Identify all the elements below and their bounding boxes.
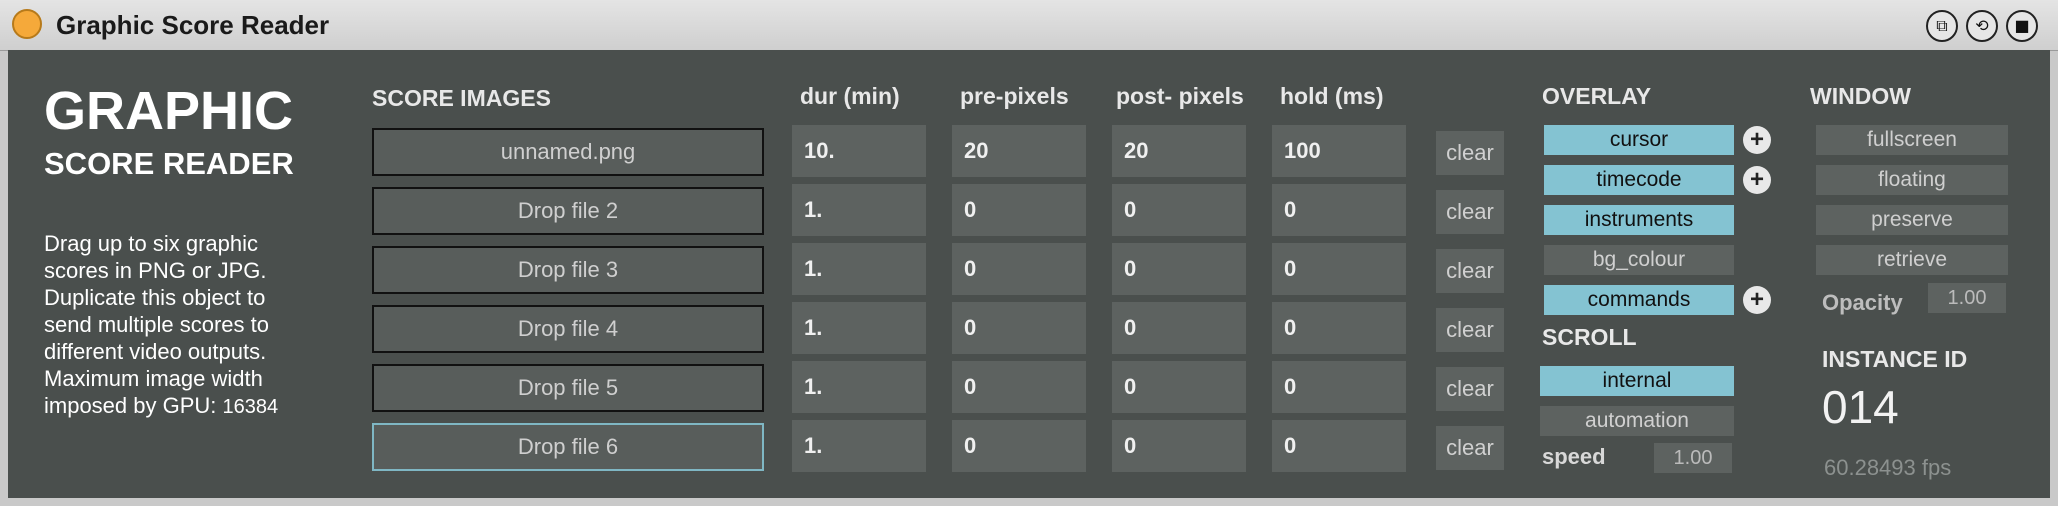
- pre-pixels-header: pre-pixels: [960, 83, 1069, 109]
- brand-title-line2: SCORE READER: [44, 146, 294, 181]
- post-pixels-field-2[interactable]: 0: [1112, 184, 1246, 236]
- scroll-header: SCROLL: [1542, 324, 1637, 350]
- brand-title-line1: GRAPHIC: [44, 81, 294, 141]
- window-title: Graphic Score Reader: [56, 10, 330, 40]
- description-line: Drag up to six graphic: [44, 231, 258, 256]
- device-power-icon[interactable]: [12, 9, 42, 39]
- description-line: send multiple scores to: [44, 312, 269, 337]
- clear-button-5[interactable]: clear: [1436, 367, 1504, 411]
- clear-button-1[interactable]: clear: [1436, 131, 1504, 175]
- post-pixels-field-1[interactable]: 20: [1112, 125, 1246, 177]
- retrieve-button[interactable]: retrieve: [1816, 245, 2008, 275]
- clear-button-3[interactable]: clear: [1436, 249, 1504, 293]
- score-drop-1[interactable]: unnamed.png: [372, 128, 764, 176]
- score-drop-6[interactable]: Drop file 6: [372, 423, 764, 471]
- add-commands-icon[interactable]: +: [1743, 286, 1771, 314]
- add-cursor-icon[interactable]: +: [1743, 126, 1771, 154]
- pre-pixels-field-6[interactable]: 0: [952, 420, 1086, 472]
- clear-button-2[interactable]: clear: [1436, 190, 1504, 234]
- save-icon[interactable]: ■: [2006, 10, 2038, 42]
- overlay-instruments-toggle[interactable]: instruments: [1544, 205, 1734, 235]
- hold-field-1[interactable]: 100: [1272, 125, 1406, 177]
- instance-id-value: 014: [1822, 381, 1899, 433]
- dur-field-3[interactable]: 1.: [792, 243, 926, 295]
- pre-pixels-field-1[interactable]: 20: [952, 125, 1086, 177]
- overlay-cursor-toggle[interactable]: cursor: [1544, 125, 1734, 155]
- window-header: WINDOW: [1810, 83, 1911, 109]
- speed-field[interactable]: 1.00: [1654, 443, 1732, 473]
- plugin-window: Graphic Score Reader ⧉ ⟲ ■ GRAPHIC SCORE…: [0, 0, 2058, 506]
- pre-pixels-field-2[interactable]: 0: [952, 184, 1086, 236]
- title-bar[interactable]: Graphic Score Reader ⧉ ⟲ ■: [0, 0, 2058, 51]
- scroll-internal-toggle[interactable]: internal: [1540, 366, 1734, 396]
- post-pixels-field-3[interactable]: 0: [1112, 243, 1246, 295]
- gpu-label: imposed by GPU:: [44, 393, 217, 418]
- hold-field-3[interactable]: 0: [1272, 243, 1406, 295]
- floating-button[interactable]: floating: [1816, 165, 2008, 195]
- fps-readout: 60.28493 fps: [1824, 455, 1952, 480]
- pre-pixels-field-3[interactable]: 0: [952, 243, 1086, 295]
- opacity-label: Opacity: [1822, 290, 1903, 315]
- clear-button-4[interactable]: clear: [1436, 308, 1504, 352]
- opacity-field[interactable]: 1.00: [1928, 283, 2006, 313]
- hold-field-4[interactable]: 0: [1272, 302, 1406, 354]
- hold-field-5[interactable]: 0: [1272, 361, 1406, 413]
- speed-label: speed: [1542, 444, 1606, 469]
- score-images-header: SCORE IMAGES: [372, 85, 551, 111]
- device-panel: GRAPHIC SCORE READER Drag up to six grap…: [8, 50, 2050, 498]
- refresh-icon[interactable]: ⟲: [1966, 10, 1998, 42]
- dur-field-4[interactable]: 1.: [792, 302, 926, 354]
- overlay-timecode-toggle[interactable]: timecode: [1544, 165, 1734, 195]
- scroll-automation-toggle[interactable]: automation: [1540, 406, 1734, 436]
- score-drop-5[interactable]: Drop file 5: [372, 364, 764, 412]
- overlay-commands-toggle[interactable]: commands: [1544, 285, 1734, 315]
- hold-header: hold (ms): [1280, 83, 1384, 109]
- clear-button-6[interactable]: clear: [1436, 426, 1504, 470]
- description-line: imposed by GPU: 16384: [44, 392, 304, 421]
- post-pixels-field-4[interactable]: 0: [1112, 302, 1246, 354]
- pre-pixels-field-4[interactable]: 0: [952, 302, 1086, 354]
- score-drop-2[interactable]: Drop file 2: [372, 187, 764, 235]
- description-line: Duplicate this object to: [44, 285, 266, 310]
- post-pixels-field-5[interactable]: 0: [1112, 361, 1246, 413]
- description: Drag up to six graphic scores in PNG or …: [44, 230, 304, 421]
- description-line: different video outputs.: [44, 339, 267, 364]
- instance-id-label: INSTANCE ID: [1822, 346, 1968, 372]
- pre-pixels-field-5[interactable]: 0: [952, 361, 1086, 413]
- overlay-header: OVERLAY: [1542, 83, 1652, 109]
- dur-field-1[interactable]: 10.: [792, 125, 926, 177]
- hold-field-6[interactable]: 0: [1272, 420, 1406, 472]
- score-drop-4[interactable]: Drop file 4: [372, 305, 764, 353]
- description-line: scores in PNG or JPG.: [44, 258, 267, 283]
- dur-header: dur (min): [800, 83, 900, 109]
- dur-field-2[interactable]: 1.: [792, 184, 926, 236]
- description-line: Maximum image width: [44, 366, 263, 391]
- fullscreen-button[interactable]: fullscreen: [1816, 125, 2008, 155]
- hold-field-2[interactable]: 0: [1272, 184, 1406, 236]
- post-pixels-header: post- pixels: [1116, 83, 1244, 109]
- dur-field-6[interactable]: 1.: [792, 420, 926, 472]
- dur-field-5[interactable]: 1.: [792, 361, 926, 413]
- float-window-icon[interactable]: ⧉: [1926, 10, 1958, 42]
- score-drop-3[interactable]: Drop file 3: [372, 246, 764, 294]
- add-timecode-icon[interactable]: +: [1743, 166, 1771, 194]
- gpu-max-width: 16384: [222, 396, 279, 418]
- preserve-button[interactable]: preserve: [1816, 205, 2008, 235]
- overlay-bg-colour-toggle[interactable]: bg_colour: [1544, 245, 1734, 275]
- post-pixels-field-6[interactable]: 0: [1112, 420, 1246, 472]
